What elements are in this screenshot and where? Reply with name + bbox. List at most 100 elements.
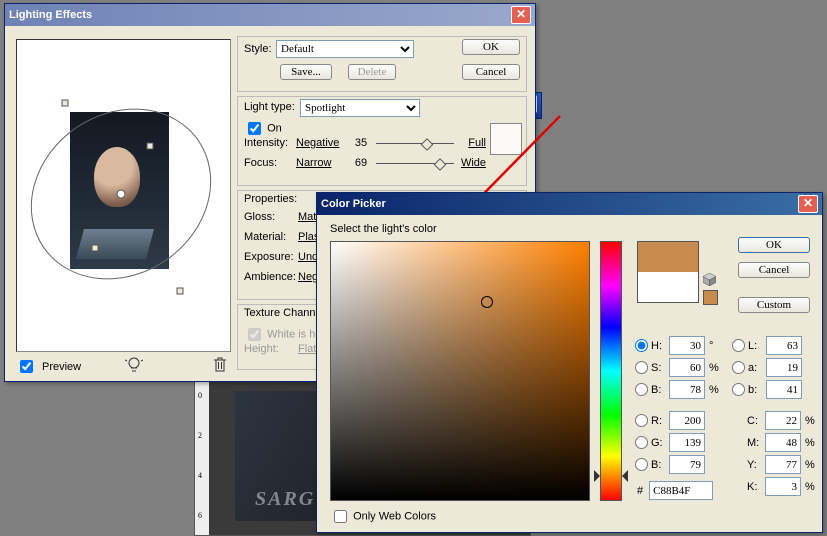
label-L: L:: [748, 340, 766, 352]
properties-label: Properties:: [244, 193, 297, 205]
vertical-ruler: 0 2 4 6: [195, 381, 209, 535]
ok-button[interactable]: OK: [462, 39, 520, 55]
focus-left: Narrow: [296, 157, 346, 169]
picker-title: Color Picker: [321, 198, 386, 210]
field-g[interactable]: [669, 433, 705, 452]
unit-Y: %: [805, 459, 815, 471]
unit-K: %: [805, 481, 815, 493]
nearest-swatch[interactable]: [703, 290, 718, 305]
hue-slider[interactable]: [600, 241, 622, 501]
label-lb: b:: [748, 384, 766, 396]
field-Y[interactable]: [765, 455, 801, 474]
gloss-label: Gloss:: [244, 211, 298, 223]
ambience-label: Ambience:: [244, 271, 298, 283]
lighting-titlebar: Lighting Effects ✕: [5, 4, 535, 26]
label-bh: B:: [651, 384, 669, 396]
radio-b[interactable]: [635, 458, 648, 471]
delete-button[interactable]: Delete: [348, 64, 396, 80]
white-high-checkbox: [248, 328, 261, 341]
color-field[interactable]: [330, 241, 590, 501]
lightbulb-icon[interactable]: [125, 356, 143, 377]
color-picker-dialog: Color Picker ✕ Select the light's color …: [316, 192, 823, 533]
field-h[interactable]: [669, 336, 705, 355]
light-color-swatch[interactable]: [490, 123, 522, 155]
radio-L[interactable]: [732, 339, 745, 352]
intensity-label: Intensity:: [244, 137, 296, 149]
radio-lb[interactable]: [732, 383, 745, 396]
light-gizmo[interactable]: [17, 40, 230, 351]
field-K[interactable]: [765, 477, 801, 496]
label-s: S:: [651, 362, 669, 374]
focus-value: 69: [346, 157, 376, 169]
radio-s[interactable]: [635, 361, 648, 374]
picker-custom-button[interactable]: Custom: [738, 297, 810, 313]
height-label: Height:: [244, 343, 298, 355]
picker-ok-button[interactable]: OK: [738, 237, 810, 253]
radio-bh[interactable]: [635, 383, 648, 396]
label-h: H:: [651, 340, 669, 352]
light-type-group: Light type: Spotlight On Intensity: Nega…: [237, 96, 527, 186]
picker-prompt: Select the light's color: [330, 223, 437, 235]
field-M[interactable]: [765, 433, 801, 452]
radio-h[interactable]: [635, 339, 648, 352]
height-left: Flat: [298, 343, 316, 355]
color-swatch[interactable]: [637, 241, 699, 303]
intensity-slider[interactable]: [376, 143, 454, 144]
radio-a[interactable]: [732, 361, 745, 374]
focus-right: Wide: [454, 157, 486, 169]
label-K: K:: [747, 481, 765, 493]
lighting-close-icon[interactable]: ✕: [511, 6, 531, 24]
lighting-title: Lighting Effects: [9, 9, 92, 21]
exposure-label: Exposure:: [244, 251, 298, 263]
picker-close-icon[interactable]: ✕: [798, 195, 818, 213]
save-button[interactable]: Save...: [280, 64, 332, 80]
label-M: M:: [747, 437, 765, 449]
label-Y: Y:: [747, 459, 765, 471]
field-s[interactable]: [669, 358, 705, 377]
only-web-label: Only Web Colors: [353, 510, 436, 522]
unit-C: %: [805, 415, 815, 427]
on-checkbox[interactable]: [248, 122, 261, 135]
cancel-button[interactable]: Cancel: [462, 64, 520, 80]
picker-titlebar: Color Picker ✕: [317, 193, 822, 215]
hex-label: #: [637, 485, 643, 497]
focus-slider[interactable]: [376, 163, 454, 164]
style-label: Style:: [244, 43, 272, 55]
field-L[interactable]: [766, 336, 802, 355]
new-color: [638, 242, 698, 272]
material-label: Material:: [244, 231, 298, 243]
on-label: On: [267, 122, 282, 134]
field-a[interactable]: [766, 358, 802, 377]
hex-field[interactable]: [649, 481, 713, 500]
field-bh[interactable]: [669, 380, 705, 399]
unit-h: °: [709, 340, 719, 352]
intensity-value: 35: [346, 137, 376, 149]
label-r: R:: [651, 415, 669, 427]
only-web-checkbox[interactable]: [334, 510, 347, 523]
unit-bh: %: [709, 384, 719, 396]
preview-checkbox[interactable]: [20, 360, 33, 373]
field-lb[interactable]: [766, 380, 802, 399]
style-group: Style: Default Save... Delete OK Cancel: [237, 36, 527, 92]
intensity-right: Full: [454, 137, 486, 149]
hue-slider-thumb-icon: [594, 470, 628, 482]
style-select[interactable]: Default: [276, 40, 414, 58]
field-C[interactable]: [765, 411, 801, 430]
lighting-preview-canvas[interactable]: [16, 39, 231, 352]
texture-label: Texture Channe: [244, 307, 322, 319]
intensity-left: Negative: [296, 137, 346, 149]
color-field-cursor: [481, 296, 493, 308]
field-r[interactable]: [669, 411, 705, 430]
radio-g[interactable]: [635, 436, 648, 449]
picker-cancel-button[interactable]: Cancel: [738, 262, 810, 278]
trash-icon[interactable]: [212, 356, 228, 377]
unit-s: %: [709, 362, 719, 374]
field-b[interactable]: [669, 455, 705, 474]
cube-icon[interactable]: [703, 273, 716, 286]
light-type-select[interactable]: Spotlight: [300, 99, 420, 117]
unit-M: %: [805, 437, 815, 449]
label-g: G:: [651, 437, 669, 449]
label-C: C:: [747, 415, 765, 427]
current-color: [638, 272, 698, 302]
radio-r[interactable]: [635, 414, 648, 427]
